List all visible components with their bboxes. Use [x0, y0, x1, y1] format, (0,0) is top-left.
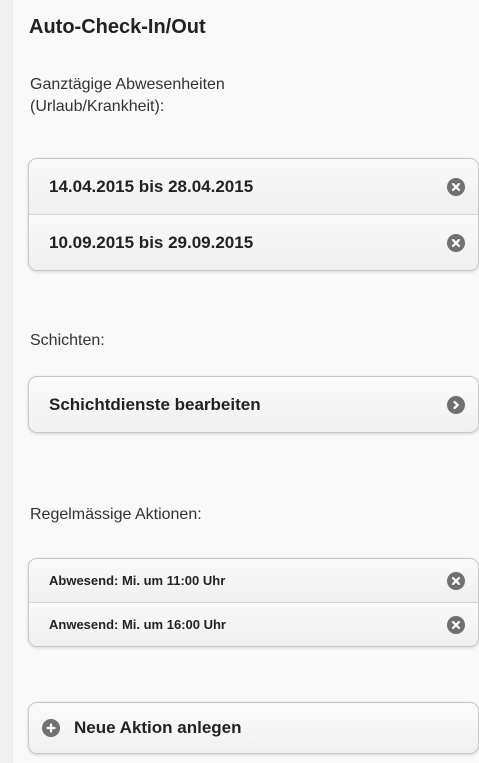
delete-icon[interactable]: [447, 177, 465, 196]
chevron-right-icon: [447, 395, 465, 414]
action-row[interactable]: Anwesend: Mi. um 16:00 Uhr: [29, 603, 478, 646]
action-row-label: Abwesend: Mi. um 11:00 Uhr: [49, 573, 226, 588]
panel-title: Auto-Check-In/Out: [29, 16, 206, 38]
edit-shifts-button[interactable]: Schichtdienste bearbeiten: [28, 376, 479, 433]
actions-list: Abwesend: Mi. um 11:00 Uhr Anwesend: Mi.…: [28, 558, 479, 647]
absence-row[interactable]: 14.04.2015 bis 28.04.2015: [29, 159, 478, 215]
action-row[interactable]: Abwesend: Mi. um 11:00 Uhr: [29, 559, 478, 603]
shifts-label: Schichten:: [30, 332, 105, 349]
actions-label: Regelmässige Aktionen:: [30, 506, 202, 523]
left-edge-strip: [0, 0, 13, 763]
plus-icon: [42, 719, 60, 737]
absence-row[interactable]: 10.09.2015 bis 29.09.2015: [29, 215, 478, 270]
delete-icon[interactable]: [447, 571, 465, 590]
new-action-button[interactable]: Neue Aktion anlegen: [28, 702, 479, 754]
delete-icon[interactable]: [447, 233, 465, 252]
absences-label-line1: Ganztägige Abwesenheiten: [30, 76, 225, 93]
absences-list: 14.04.2015 bis 28.04.2015 10.09.2015 bis…: [28, 158, 479, 271]
new-action-button-label: Neue Aktion anlegen: [74, 718, 242, 737]
absences-label-line2: (Urlaub/Krankheit):: [30, 98, 165, 115]
absences-label: Ganztägige Abwesenheiten (Urlaub/Krankhe…: [30, 74, 225, 118]
edit-shifts-button-label: Schichtdienste bearbeiten: [49, 394, 261, 414]
absence-row-label: 10.09.2015 bis 29.09.2015: [49, 232, 254, 252]
action-row-label: Anwesend: Mi. um 16:00 Uhr: [49, 617, 226, 632]
delete-icon[interactable]: [447, 615, 465, 634]
auto-check-panel: Auto-Check-In/Out Ganztägige Abwesenheit…: [13, 8, 479, 763]
absence-row-label: 14.04.2015 bis 28.04.2015: [49, 176, 254, 196]
